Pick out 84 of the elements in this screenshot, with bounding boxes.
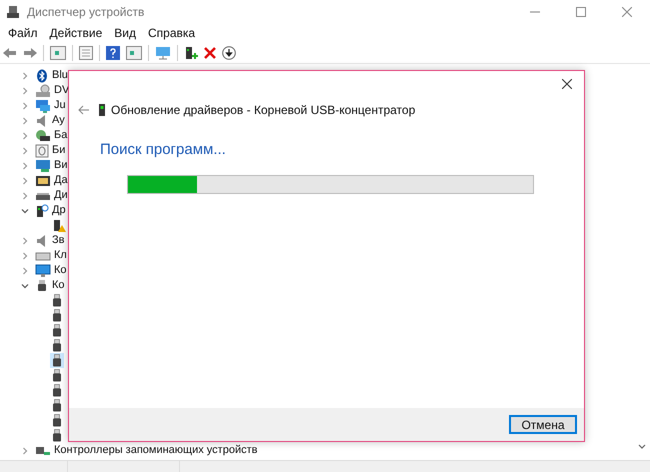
back-arrow-icon[interactable] (78, 105, 90, 115)
chevron-right-icon[interactable] (21, 266, 29, 274)
tree-item[interactable]: Ау (52, 112, 65, 129)
tree-item[interactable] (50, 308, 64, 323)
menu-item[interactable]: Вид (113, 24, 137, 42)
chevron-right-icon[interactable] (21, 102, 29, 110)
app-icon (6, 5, 20, 19)
tree-item[interactable]: Ко (52, 277, 65, 294)
chevron-right-icon[interactable] (21, 116, 29, 124)
chevron-right-icon[interactable] (21, 162, 29, 170)
chevron-right-icon[interactable] (21, 236, 29, 244)
tree-item[interactable]: Ба (54, 127, 68, 144)
window-icon[interactable] (50, 46, 66, 60)
chevron-right-icon[interactable] (21, 446, 29, 454)
tree-item[interactable]: Ви (54, 157, 68, 174)
tree-item[interactable]: Ко (54, 262, 67, 279)
chevron-down-icon[interactable] (21, 206, 29, 214)
usb-plug-icon (52, 354, 62, 368)
tree-item[interactable]: Да (54, 172, 68, 189)
tree-item[interactable]: Blu (52, 67, 68, 84)
window-title: Диспетчер устройств (27, 4, 144, 21)
disc-drive-icon (35, 84, 51, 98)
usb-plug-icon (52, 414, 62, 428)
tree-item[interactable]: Ди (54, 187, 68, 204)
fingerprint-icon (35, 144, 49, 158)
usb-plug-icon (52, 368, 62, 382)
tree-item[interactable] (50, 293, 64, 308)
tree-item[interactable] (50, 353, 64, 368)
warning-device-icon (52, 218, 66, 232)
usb-plug-icon (52, 428, 62, 442)
chevron-right-icon[interactable] (21, 86, 29, 94)
tree-item[interactable]: Би (52, 142, 66, 159)
menu-item[interactable]: Действие (48, 24, 104, 42)
usb-plug-icon (52, 294, 62, 308)
chevron-down-icon[interactable] (638, 444, 646, 450)
chevron-right-icon[interactable] (21, 72, 29, 80)
tree-item[interactable]: Ju (54, 97, 66, 114)
monitor-icon (35, 98, 51, 112)
add-device-icon[interactable] (184, 46, 198, 60)
tree-item[interactable]: Контроллеры запоминающих устройств (54, 442, 258, 459)
battery-icon (35, 128, 51, 142)
properties-icon[interactable] (79, 46, 93, 60)
chevron-right-icon[interactable] (21, 176, 29, 184)
monitor-icon (35, 264, 51, 278)
close-icon (622, 7, 632, 17)
tree-item[interactable] (50, 338, 64, 353)
tree-item[interactable] (50, 383, 64, 398)
window-icon[interactable] (126, 46, 142, 60)
unknown-device-icon (35, 204, 49, 218)
dialog-title: Обновление драйверов - Корневой USB-концентратор (111, 102, 416, 119)
usb-device-icon (99, 104, 105, 116)
display-adapter-icon (35, 158, 51, 172)
usb-plug-icon (35, 278, 49, 292)
tree-item[interactable]: Зв (52, 232, 64, 249)
forward-arrow-icon[interactable] (23, 46, 37, 58)
usb-plug-icon (52, 324, 62, 338)
tree-item[interactable] (50, 368, 64, 383)
tree-item[interactable] (50, 428, 64, 443)
chevron-right-icon[interactable] (21, 132, 29, 140)
tree-item[interactable] (50, 323, 64, 338)
help-icon[interactable] (106, 46, 120, 60)
tree-item[interactable] (50, 413, 64, 428)
download-circle-icon[interactable] (222, 46, 236, 60)
monitor-icon[interactable] (155, 46, 171, 60)
usb-plug-icon (52, 384, 62, 398)
chevron-right-icon[interactable] (21, 146, 29, 154)
delete-icon[interactable] (204, 46, 216, 58)
back-arrow-icon[interactable] (3, 46, 17, 58)
menu-item[interactable]: Справка (147, 24, 196, 42)
tree-item[interactable]: Др (52, 202, 66, 219)
usb-plug-icon (52, 398, 62, 412)
usb-plug-icon (52, 308, 62, 322)
dialog-heading: Поиск программ... (100, 140, 226, 160)
tree-item[interactable] (50, 398, 64, 413)
close-icon (562, 79, 572, 89)
cancel-button[interactable]: Отмена (509, 415, 577, 434)
chevron-right-icon[interactable] (21, 192, 29, 200)
usb-plug-icon (52, 338, 62, 352)
chevron-right-icon[interactable] (21, 252, 29, 260)
menu-item[interactable]: Файл (7, 24, 39, 42)
maximize-icon (576, 7, 586, 17)
chevron-down-icon[interactable] (21, 282, 29, 290)
bluetooth-icon (35, 68, 49, 82)
tree-item[interactable]: Кл (54, 247, 67, 264)
